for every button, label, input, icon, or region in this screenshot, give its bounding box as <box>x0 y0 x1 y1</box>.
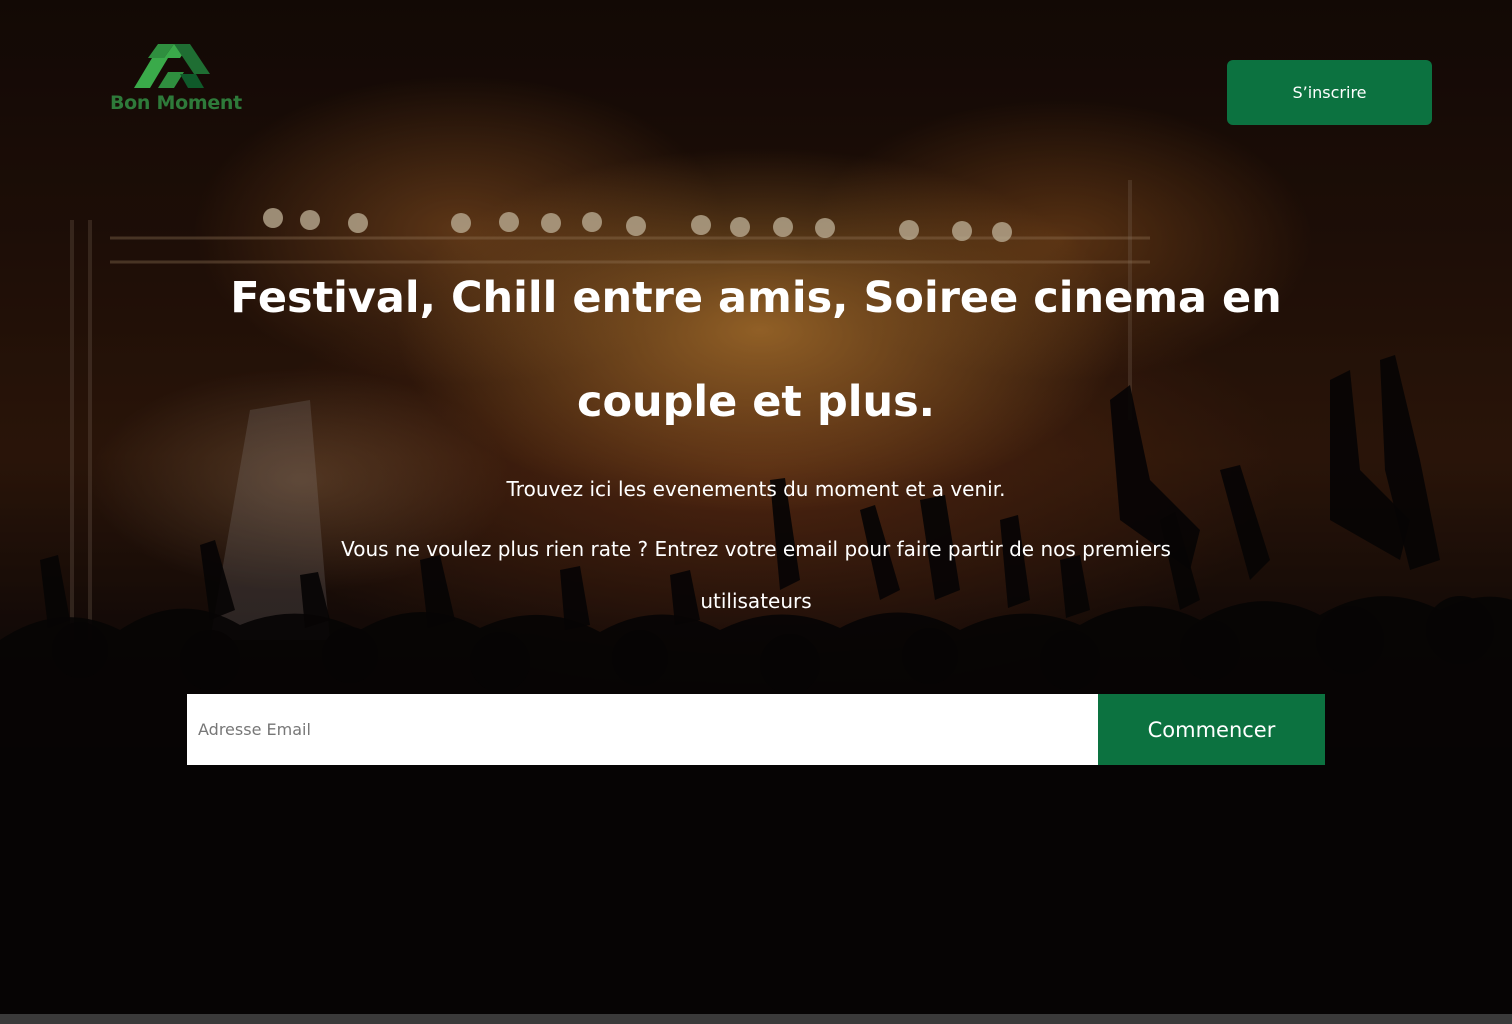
background-overlay <box>0 0 1512 1014</box>
start-button[interactable]: Commencer <box>1098 694 1325 765</box>
email-input[interactable] <box>187 694 1098 765</box>
bon-moment-logo-icon <box>134 44 210 88</box>
email-signup-form: Commencer <box>187 694 1325 765</box>
hero-subtitle: Trouvez ici les evenements du moment et … <box>506 477 1006 501</box>
hero-background-image <box>0 0 1512 1014</box>
brand-logo[interactable]: Bon Moment <box>110 44 250 118</box>
hero-cta-text: Vous ne voulez plus rien rate ? Entrez v… <box>341 537 1171 613</box>
hero-title: Festival, Chill entre amis, Soiree cinem… <box>230 273 1282 427</box>
bottom-scrollbar-strip <box>0 1014 1512 1024</box>
signup-button[interactable]: S’inscrire <box>1227 60 1432 125</box>
logo-text: Bon Moment <box>110 92 242 114</box>
